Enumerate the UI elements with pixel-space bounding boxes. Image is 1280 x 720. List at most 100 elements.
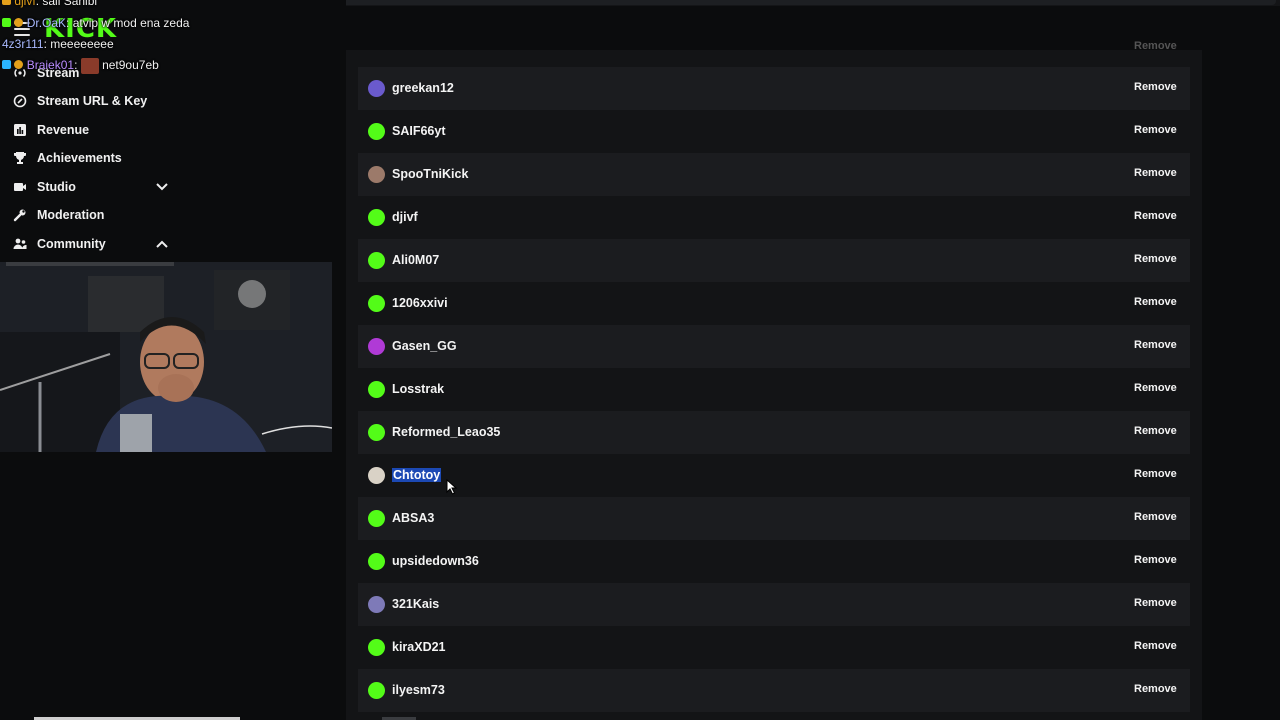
avatar[interactable] [368,424,385,441]
chevron-up-icon[interactable] [156,238,168,252]
avatar[interactable] [368,553,385,570]
avatar[interactable] [368,338,385,355]
avatar[interactable] [368,80,385,97]
list-item: Remove [358,40,1190,66]
sidebar-item-label: Stream URL & Key [37,94,148,108]
sidebar-item-moderation[interactable]: Moderation [12,204,104,226]
avatar[interactable] [368,209,385,226]
remove-button[interactable]: Remove [1134,124,1177,136]
chat-username: 4z3r111 [2,37,44,51]
list-item: djivf Remove [358,196,1190,239]
chart-icon [12,122,28,138]
username[interactable]: SAIF66yt [392,124,446,138]
remove-button[interactable]: Remove [1134,167,1177,179]
username[interactable]: Gasen_GG [392,339,457,353]
username[interactable]: 321Kais [392,597,439,611]
avatar[interactable] [368,510,385,527]
chevron-down-icon[interactable] [156,181,168,195]
avatar[interactable] [368,295,385,312]
username-selected[interactable]: Chtotoy [392,468,442,482]
list-item: 1206xxivi Remove [358,282,1190,325]
remove-button[interactable]: Remove [1134,40,1177,52]
remove-button[interactable]: Remove [1134,554,1177,566]
remove-button[interactable]: Remove [1134,296,1177,308]
avatar[interactable] [368,467,385,484]
divider [6,262,174,266]
link-icon [12,93,28,109]
username[interactable]: 1206xxivi [392,296,448,310]
list-item: upsidedown36 Remove [358,540,1190,583]
avatar[interactable] [368,252,385,269]
sidebar-item-revenue[interactable]: Revenue [12,119,89,141]
sidebar-item-community[interactable]: Community [12,233,172,255]
chat-message: Braiek01: net9ou7eb [2,58,159,74]
remove-button[interactable]: Remove [1134,382,1177,394]
username[interactable]: SpooTniKick [392,167,468,181]
badge-icon [2,60,11,70]
list-item: Chtotoy Remove [358,454,1190,497]
username[interactable]: ilyesm73 [392,683,445,697]
remove-button[interactable]: Remove [1134,683,1177,695]
remove-button[interactable]: Remove [1134,253,1177,265]
badge-icon [14,60,24,70]
remove-button[interactable]: Remove [1134,425,1177,437]
list-item: Ali0M07 Remove [358,239,1190,282]
avatar[interactable] [368,639,385,656]
avatar[interactable] [368,381,385,398]
people-icon [12,236,28,252]
trophy-icon [12,150,28,166]
remove-button[interactable]: Remove [1134,640,1177,652]
avatar[interactable] [368,123,385,140]
username[interactable]: kiraXD21 [392,640,446,654]
remove-button[interactable]: Remove [1134,81,1177,93]
sidebar-item-label: Community [37,237,106,251]
username[interactable]: djivf [392,210,418,224]
avatar[interactable] [368,596,385,613]
chat-message: 4z3r111: meeeeeeee [2,37,114,51]
username[interactable]: greekan12 [392,81,454,95]
username[interactable]: upsidedown36 [392,554,479,568]
sidebar-item-studio[interactable]: Studio [12,176,172,198]
chat-text: sall Sahibi [42,0,98,8]
badge-icon [2,0,11,5]
sidebar-item-label: Moderation [37,208,105,222]
chat-username: Dr.OaK [26,16,67,30]
mouse-cursor-icon [446,478,458,500]
sidebar-item-achievements[interactable]: Achievements [12,147,122,169]
username[interactable]: Reformed_Leao35 [392,425,500,439]
remove-button[interactable]: Remove [1134,511,1177,523]
list-item: Gasen_GG Remove [358,325,1190,368]
badge-icon [2,18,11,27]
remove-button[interactable]: Remove [1134,210,1177,222]
remove-button[interactable]: Remove [1134,468,1177,480]
avatar[interactable] [368,166,385,183]
list-item: ilyesm73 Remove [358,669,1190,712]
username[interactable]: ABSA3 [392,511,434,525]
sidebar-item-label: Achievements [37,151,122,165]
list-item: SpooTniKick Remove [358,153,1190,196]
username[interactable]: Ali0M07 [392,253,439,267]
username[interactable]: Losstrak [392,382,444,396]
sidebar: KICK Stream Stream URL & Key Revenue Ach… [0,0,346,720]
chat-username: Braiek01 [26,58,75,73]
list-item: greekan12 Remove [358,67,1190,110]
list-item: ABSA3 Remove [358,497,1190,540]
badge-icon [14,18,24,27]
list-item: Reformed_Leao35 Remove [358,411,1190,454]
chat-text: atvip w mod ena zeda [72,16,190,30]
list-item: SAIF66yt Remove [358,110,1190,153]
chat-text: meeeeeeee [50,37,114,51]
remove-button[interactable]: Remove [1134,597,1177,609]
avatar[interactable] [368,682,385,699]
emote-icon [80,58,99,74]
remove-button[interactable]: Remove [1134,339,1177,351]
list-item: Losstrak Remove [358,368,1190,411]
wrench-icon [12,207,28,223]
camera-icon [12,179,28,195]
chat-message: Dr.OaK: atvip w mod ena zeda [2,16,189,30]
chat-username: djivf [14,0,36,8]
chat-message: djivf: sall Sahibi [2,0,97,8]
sidebar-item-stream-url-key[interactable]: Stream URL & Key [12,90,147,112]
webcam-image [0,262,332,452]
sidebar-item-label: Revenue [37,123,90,137]
